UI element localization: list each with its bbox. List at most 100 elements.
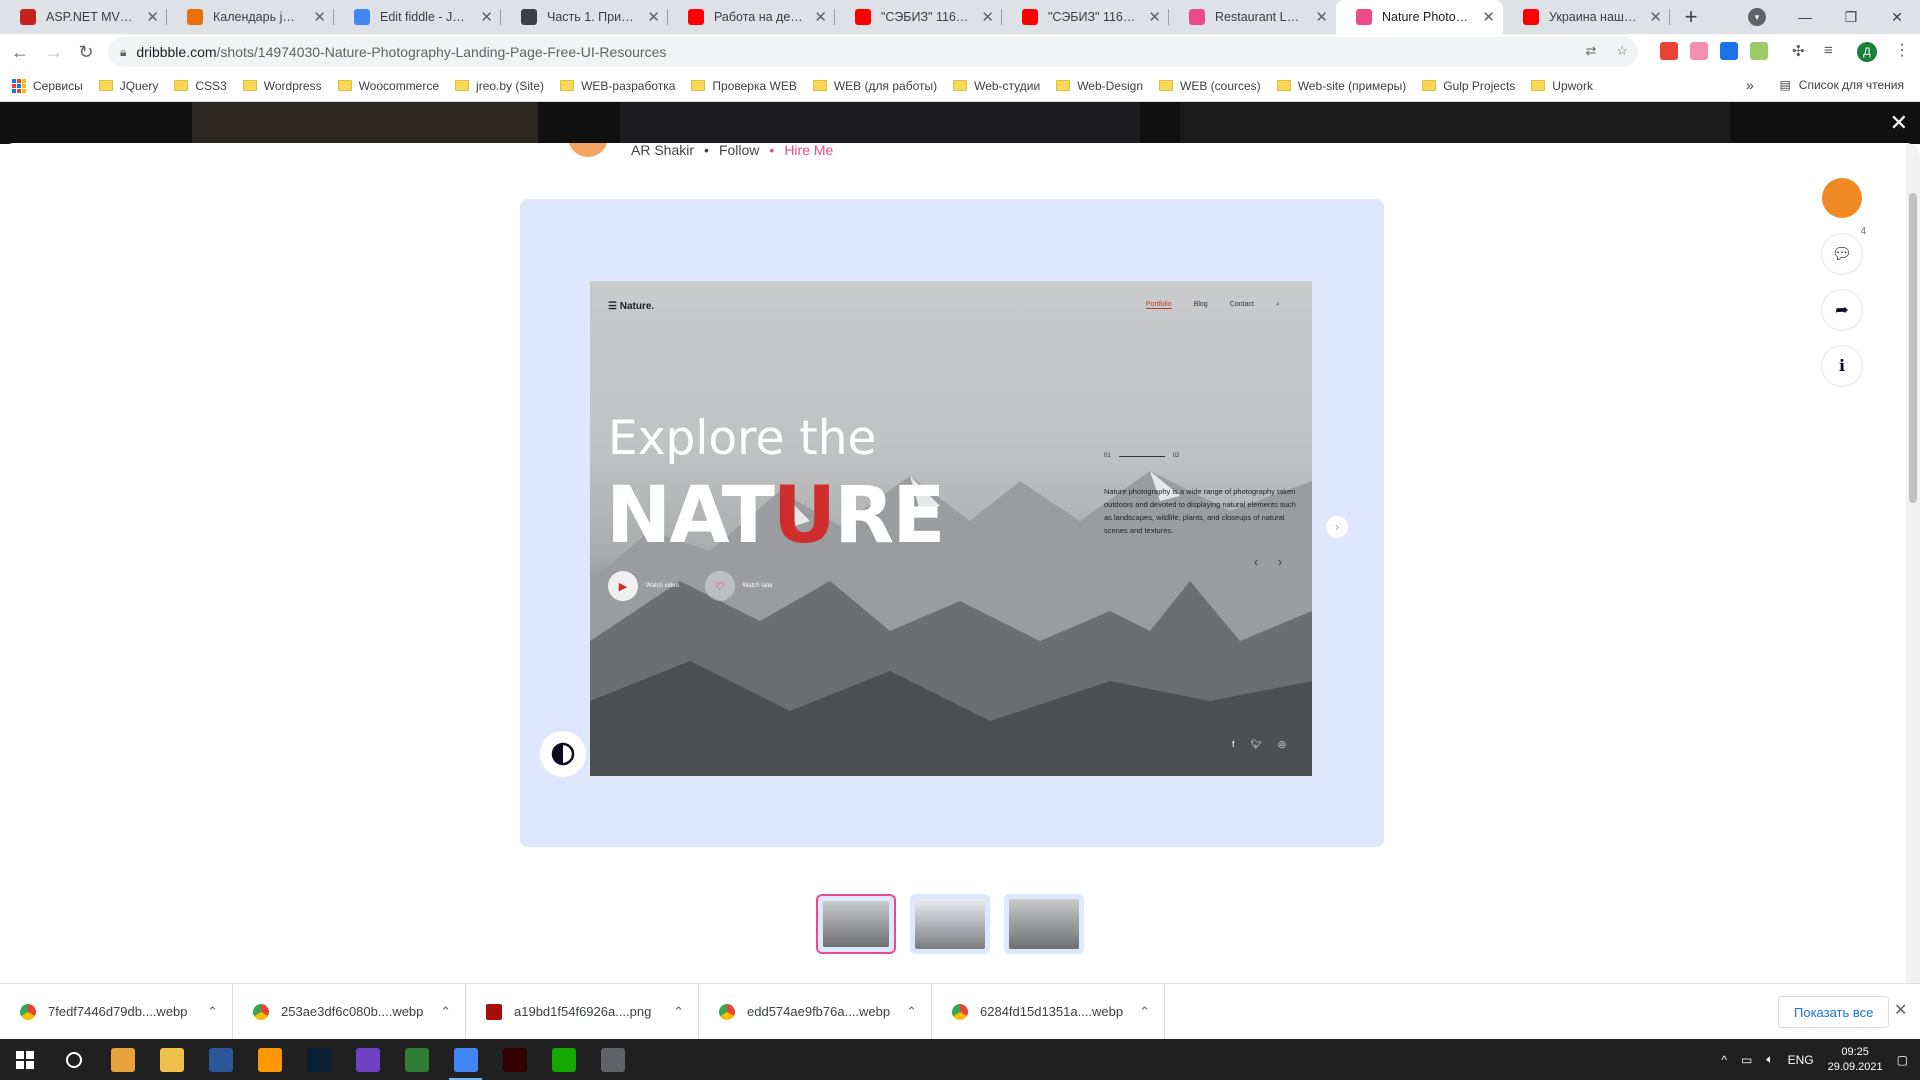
extension-icon-2[interactable] (1690, 42, 1708, 60)
browser-tab[interactable]: ASP.NET MVC 5 | И ✕ (0, 0, 167, 34)
comments-button[interactable]: 💬︎ 4 (1822, 226, 1866, 274)
close-downloads-icon[interactable]: ✕ (1894, 1000, 1907, 1020)
thumbnail[interactable] (816, 894, 896, 954)
menu-kebab-icon[interactable]: ⋮ (1894, 40, 1910, 60)
new-tab-button[interactable]: + (1676, 0, 1706, 34)
minimize-button[interactable]: — (1782, 0, 1828, 34)
tab-close-icon[interactable]: ✕ (981, 8, 994, 26)
taskbar-sublime-text[interactable] (245, 1039, 294, 1080)
bookmark-folder[interactable]: Web-студии (953, 79, 1040, 93)
tab-close-icon[interactable]: ✕ (1315, 8, 1328, 26)
language-indicator[interactable]: ENG (1788, 1053, 1814, 1067)
browser-tab[interactable]: "СЭБИЗ" 116 прие ✕ (835, 0, 1002, 34)
vertical-scrollbar[interactable] (1906, 143, 1920, 983)
media-control-icon[interactable]: ≡ (1824, 42, 1842, 60)
bookmark-folder[interactable]: Woocommerce (337, 79, 439, 93)
address-bar[interactable]: 🔒︎ dribbble.com/shots/14974030-Nature-Ph… (108, 37, 1638, 67)
tray-chevron-icon[interactable]: ^ (1721, 1053, 1727, 1067)
tab-close-icon[interactable]: ✕ (146, 8, 159, 26)
extension-icon-4[interactable] (1750, 42, 1768, 60)
download-item[interactable]: edd574ae9fb76a....webp ⌃ (699, 983, 932, 1040)
bookmark-folder[interactable]: jreo.by (Site) (455, 79, 544, 93)
taskbar-color-app[interactable] (98, 1039, 147, 1080)
chevron-up-icon[interactable]: ⌃ (207, 1004, 218, 1020)
bookmark-folder[interactable]: Проверка WEB (691, 79, 797, 93)
chevron-up-icon[interactable]: ⌃ (906, 1004, 917, 1020)
scrollbar-thumb[interactable] (1909, 193, 1917, 503)
taskbar-camera[interactable] (588, 1039, 637, 1080)
shot-image[interactable]: ☰ Nature. Portfolio Blog Contact ⌕ Explo… (590, 281, 1312, 776)
clock[interactable]: 09:25 29.09.2021 (1828, 1045, 1883, 1075)
bookmark-folder[interactable]: Web-site (примеры) (1276, 79, 1406, 93)
more-bookmarks-icon[interactable]: » (1746, 77, 1754, 93)
download-item[interactable]: 7fedf7446d79db....webp ⌃ (0, 983, 233, 1040)
hire-me-link[interactable]: Hire Me (784, 143, 833, 158)
download-item[interactable]: 253ae3df6c080b....webp ⌃ (233, 983, 466, 1040)
taskbar-github-desktop[interactable] (343, 1039, 392, 1080)
bookmark-folder[interactable]: Gulp Projects (1422, 79, 1515, 93)
profile-avatar[interactable]: Д (1857, 42, 1877, 62)
close-window-button[interactable]: ✕ (1874, 0, 1920, 34)
taskbar-illustrator[interactable] (490, 1039, 539, 1080)
taskbar-file-explorer[interactable] (147, 1039, 196, 1080)
taskbar-photoshop[interactable] (294, 1039, 343, 1080)
restore-button[interactable]: ❐ (1828, 0, 1874, 34)
follow-link[interactable]: Follow (719, 143, 759, 158)
bookmark-folder[interactable]: WEB (для работы) (812, 79, 937, 93)
bookmark-folder[interactable]: Web-Design (1056, 79, 1143, 93)
info-button[interactable]: ℹ (1822, 346, 1862, 386)
reload-button[interactable]: ↻ (70, 36, 102, 68)
tab-close-icon[interactable]: ✕ (814, 8, 827, 26)
browser-tab[interactable]: Edit fiddle - JSFiddl ✕ (334, 0, 501, 34)
bookmark-folder[interactable]: CSS3 (174, 79, 227, 93)
download-item[interactable]: 6284fd15d1351a....webp ⌃ (932, 983, 1165, 1040)
tab-close-icon[interactable]: ✕ (1649, 8, 1662, 26)
taskbar-save-app[interactable] (196, 1039, 245, 1080)
browser-tab[interactable]: "СЭБИЗ" 116 прие ✕ (1002, 0, 1169, 34)
contrast-toggle-button[interactable] (540, 731, 586, 777)
taskbar-upwork[interactable] (539, 1039, 588, 1080)
tab-close-icon[interactable]: ✕ (647, 8, 660, 26)
bookmark-folder[interactable]: Upwork (1531, 79, 1593, 93)
bookmark-star-icon[interactable]: ☆ (1616, 43, 1628, 59)
chevron-up-icon[interactable]: ⌃ (673, 1004, 684, 1020)
browser-tab[interactable]: Часть 1. Принцип ✕ (501, 0, 668, 34)
extension-icon-1[interactable] (1660, 42, 1678, 60)
tab-close-icon[interactable]: ✕ (480, 8, 493, 26)
chevron-up-icon[interactable]: ⌃ (440, 1004, 451, 1020)
bookmark-folder[interactable]: WEB-разработка (560, 79, 675, 93)
author-name[interactable]: AR Shakir (631, 143, 694, 158)
author-avatar[interactable] (568, 143, 608, 157)
thumbnail[interactable] (1004, 894, 1084, 954)
share-button[interactable]: ➦ (1822, 290, 1862, 330)
extension-icon-3[interactable] (1720, 42, 1738, 60)
taskbar-sticky-app[interactable] (392, 1039, 441, 1080)
thumbnail[interactable] (910, 894, 990, 954)
reading-list-button[interactable]: ▤ Список для чтения (1779, 78, 1904, 92)
tab-search-icon[interactable]: ▾ (1748, 8, 1766, 26)
browser-tab[interactable]: Работа на деревя ✕ (668, 0, 835, 34)
browser-tab[interactable]: Nature Photograp ✕ (1336, 0, 1503, 34)
tab-close-icon[interactable]: ✕ (313, 8, 326, 26)
translate-icon[interactable]: ⇄ (1585, 43, 1596, 59)
tab-close-icon[interactable]: ✕ (1482, 8, 1495, 26)
tab-close-icon[interactable]: ✕ (1148, 8, 1161, 26)
designer-avatar[interactable] (1822, 178, 1862, 218)
notifications-icon[interactable]: ▢ (1897, 1053, 1908, 1067)
browser-tab[interactable]: Restaurant Landing ✕ (1169, 0, 1336, 34)
forward-button[interactable]: → (38, 36, 70, 68)
start-button[interactable] (0, 1039, 49, 1080)
next-shot-button[interactable]: › (1326, 516, 1348, 538)
taskbar-search-app[interactable] (49, 1039, 98, 1080)
browser-tab[interactable]: Украина нашла в ✕ (1503, 0, 1670, 34)
download-item[interactable]: a19bd1f54f6926a....png ⌃ (466, 983, 699, 1040)
bookmark-folder[interactable]: WEB (cources) (1159, 79, 1261, 93)
bookmark-folder[interactable]: Wordpress (242, 79, 322, 93)
network-icon[interactable]: ▭ (1741, 1053, 1752, 1067)
volume-icon[interactable]: 🔈︎ (1766, 1052, 1773, 1067)
show-all-downloads-button[interactable]: Показать все (1778, 996, 1890, 1028)
close-modal-icon[interactable]: ✕ (1890, 110, 1908, 136)
puzzle-extensions-icon[interactable]: ✣ (1792, 42, 1810, 60)
taskbar-chrome[interactable] (441, 1039, 490, 1080)
browser-tab[interactable]: Календарь jQuery ✕ (167, 0, 334, 34)
